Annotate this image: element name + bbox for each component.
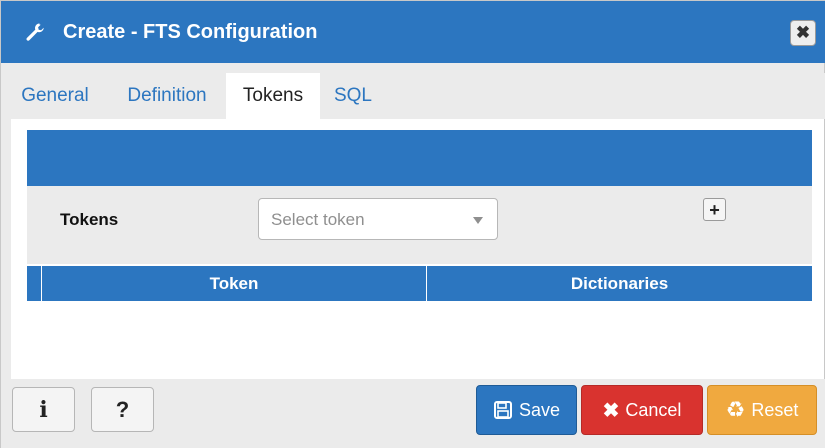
- recycle-icon: ♻: [725, 397, 746, 422]
- dialog-title-bar: Create - FTS Configuration ✖: [1, 1, 825, 63]
- cancel-button[interactable]: ✖ Cancel: [581, 385, 703, 435]
- info-icon: i: [39, 396, 48, 423]
- tokens-label: Tokens: [60, 210, 119, 229]
- tokens-input-row: Tokens Select token +: [27, 186, 812, 264]
- token-select-placeholder: Select token: [271, 210, 365, 229]
- reset-button[interactable]: ♻ Reset: [707, 385, 817, 435]
- reset-label: Reset: [751, 399, 799, 420]
- dialog-footer: i ? Save ✖ Cancel ♻ Reset: [1, 379, 825, 448]
- tokens-tab-content: Tokens Select token + Token Dictionaries: [11, 119, 824, 379]
- tab-tokens[interactable]: Tokens: [226, 73, 320, 119]
- cancel-label: Cancel: [625, 399, 682, 420]
- help-button[interactable]: ?: [91, 387, 154, 432]
- plus-icon: +: [709, 199, 720, 220]
- tab-definition[interactable]: Definition: [115, 73, 219, 119]
- dialog-title: Create - FTS Configuration: [63, 20, 318, 43]
- column-header-dictionaries[interactable]: Dictionaries: [427, 266, 812, 301]
- save-button[interactable]: Save: [476, 385, 577, 435]
- add-token-button[interactable]: +: [703, 198, 726, 221]
- save-icon: [493, 400, 513, 420]
- wrench-icon: [25, 22, 45, 42]
- chevron-down-icon: [473, 217, 483, 224]
- tab-sql[interactable]: SQL: [325, 73, 381, 119]
- tokens-grid-header: Token Dictionaries: [27, 266, 812, 301]
- tokens-panel-header: [27, 130, 812, 186]
- close-button[interactable]: ✖: [790, 20, 816, 46]
- tab-bar: General Definition Tokens SQL: [1, 73, 825, 119]
- save-label: Save: [518, 399, 561, 420]
- x-icon: ✖: [602, 399, 620, 422]
- token-select[interactable]: Select token: [258, 198, 498, 240]
- tab-general[interactable]: General: [1, 73, 109, 119]
- close-icon: ✖: [795, 23, 811, 42]
- help-icon: ?: [115, 396, 130, 422]
- info-button[interactable]: i: [12, 387, 75, 432]
- fts-configuration-dialog: Create - FTS Configuration ✖ General Def…: [0, 0, 825, 448]
- column-header-token[interactable]: Token: [42, 266, 426, 301]
